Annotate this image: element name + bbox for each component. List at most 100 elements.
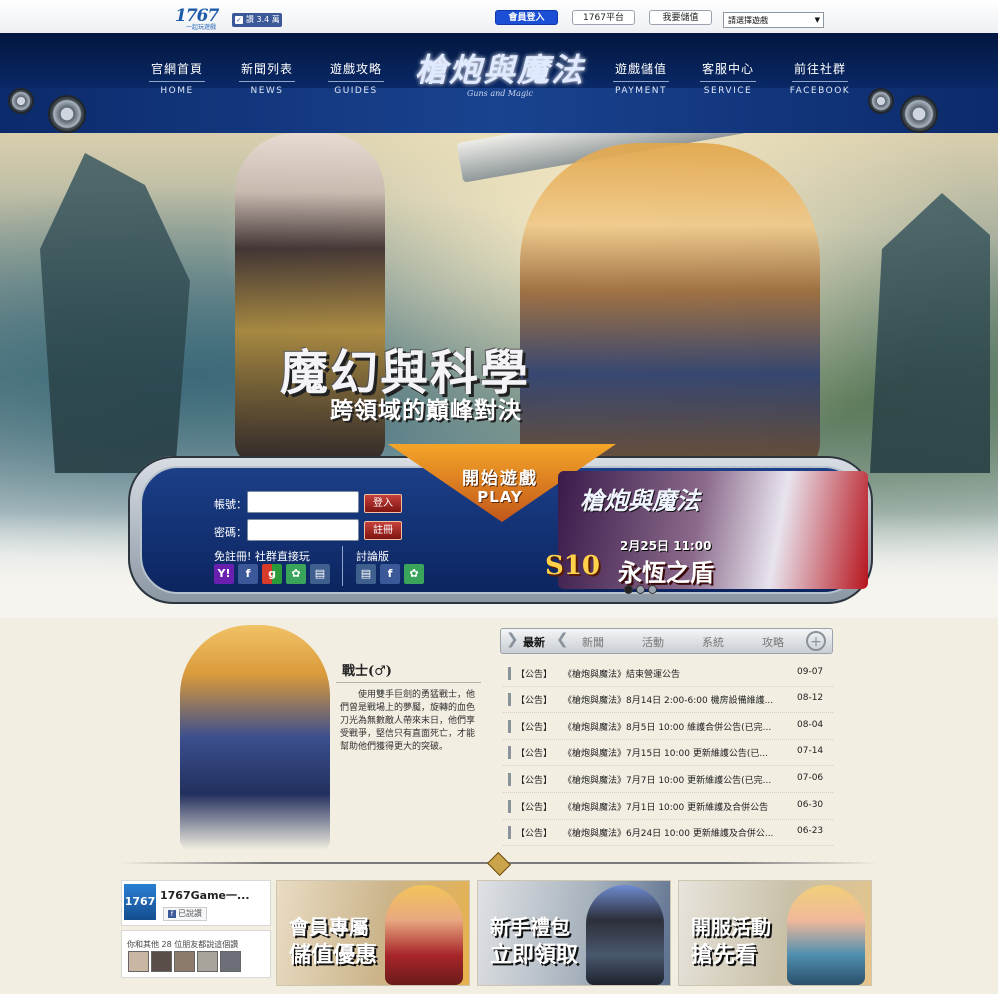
banner-subtitle: 儲值優惠 xyxy=(289,942,378,968)
news-tag: 【公告】 xyxy=(516,749,553,759)
promo-title: 永恆之盾 xyxy=(618,558,714,587)
facebook-icon[interactable]: f xyxy=(238,564,258,584)
forum-gamer-icon[interactable]: ✿ xyxy=(404,564,424,584)
fan-page-name[interactable]: 1767Game一... xyxy=(160,887,250,903)
news-title[interactable]: 《槍炮與魔法》8月14日 2:00-6:00 機房設備維護... xyxy=(563,693,788,706)
tab-system[interactable]: 系統 xyxy=(702,634,724,650)
banner-character xyxy=(787,885,865,985)
nav-guides[interactable]: 遊戲攻略 GUIDES xyxy=(316,60,396,96)
game-select-value: 請選擇遊戲 xyxy=(728,16,768,25)
account-input[interactable] xyxy=(247,491,359,513)
friend-avatar[interactable] xyxy=(151,951,172,972)
nav-service[interactable]: 客服中心 SERVICE xyxy=(688,60,768,96)
tab-news[interactable]: 新聞 xyxy=(582,634,604,650)
friend-avatar[interactable] xyxy=(128,951,149,972)
forum-platform-icon[interactable]: ▤ xyxy=(356,564,376,584)
hero-banner: 魔幻與科學 跨領域的巔峰對決 開始遊戲 PLAY 帳號： 登入 密碼： 註冊 免… xyxy=(0,133,998,618)
nav-divider xyxy=(328,81,384,82)
carousel-dot[interactable] xyxy=(624,585,633,594)
news-row[interactable]: 【公告】 《槍炮與魔法》7月15日 10:00 更新維護公告(已... 07-1… xyxy=(503,739,833,766)
news-title[interactable]: 《槍炮與魔法》7月7日 10:00 更新維護公告(已完... xyxy=(563,773,788,786)
nav-sublabel: PAYMENT xyxy=(615,86,667,96)
nav-divider xyxy=(239,81,295,82)
news-row[interactable]: 【公告】 《槍炮與魔法》8月5日 10:00 維護合併公告(已完... 08-0… xyxy=(503,713,833,740)
carousel-dot[interactable] xyxy=(636,585,645,594)
gear-icon xyxy=(868,88,894,114)
banner-subtitle: 搶先看 xyxy=(691,942,758,968)
news-row[interactable]: 【公告】 《槍炮與魔法》結束營運公告 09-07 xyxy=(503,660,833,687)
game-select[interactable]: 請選擇遊戲 ▼ xyxy=(723,12,824,28)
yahoo-icon[interactable]: Y! xyxy=(214,564,234,584)
nav-label: 官網首頁 xyxy=(150,62,203,76)
google-icon[interactable]: g xyxy=(262,564,282,584)
login-button[interactable]: 登入 xyxy=(364,494,402,513)
news-title[interactable]: 《槍炮與魔法》6月24日 10:00 更新維護及合併公... xyxy=(563,826,788,839)
play-button-label[interactable]: 開始遊戲 xyxy=(440,464,560,489)
news-tag: 【公告】 xyxy=(516,776,553,786)
news-row[interactable]: 【公告】 《槍炮與魔法》7月7日 10:00 更新維護公告(已完... 07-0… xyxy=(503,766,833,793)
tab-events[interactable]: 活動 xyxy=(642,634,664,650)
class-title: 戰士(♂) xyxy=(342,664,392,679)
nav-home[interactable]: 官網首頁 HOME xyxy=(137,60,217,96)
nav-facebook[interactable]: 前往社群 FACEBOOK xyxy=(780,60,860,96)
ruin-tower-left xyxy=(40,153,190,473)
gamer-icon[interactable]: ✿ xyxy=(286,564,306,584)
tab-guides[interactable]: 攻略 xyxy=(762,634,784,650)
news-date: 08-04 xyxy=(797,720,824,730)
row-marker xyxy=(508,826,511,839)
facebook-like-button[interactable]: ✓ 讚 3.4 萬 xyxy=(232,13,282,27)
game-logo[interactable]: 槍炮與魔法 Guns and Magic xyxy=(405,45,595,117)
carousel-dot[interactable] xyxy=(648,585,657,594)
like-count: 讚 3.4 萬 xyxy=(246,15,280,24)
news-title[interactable]: 《槍炮與魔法》7月15日 10:00 更新維護公告(已... xyxy=(563,746,788,759)
liked-button[interactable]: f 已說讚 xyxy=(163,907,207,921)
row-marker xyxy=(508,746,511,759)
news-row[interactable]: 【公告】 《槍炮與魔法》7月1日 10:00 更新維護及合併公告 06-30 xyxy=(503,793,833,820)
nav-sublabel: GUIDES xyxy=(334,86,378,96)
banner-member-topup[interactable]: 會員專屬 儲值優惠 xyxy=(276,880,470,986)
more-news-icon[interactable]: + xyxy=(806,631,826,651)
warrior-character-art xyxy=(180,625,330,850)
friend-avatar[interactable] xyxy=(220,951,241,972)
nav-payment[interactable]: 遊戲儲值 PAYMENT xyxy=(601,60,681,96)
tab-arrow-icon: ❯ xyxy=(506,630,519,648)
nav-news[interactable]: 新聞列表 NEWS xyxy=(227,60,307,96)
banner-character xyxy=(586,885,664,985)
platform-logo-subtitle: 一起玩遊戲 xyxy=(186,24,217,31)
platform-button[interactable]: 1767平台 xyxy=(572,10,635,25)
fan-page-avatar[interactable]: 1767 xyxy=(124,884,156,920)
register-button[interactable]: 註冊 xyxy=(364,521,402,540)
forum-facebook-icon[interactable]: f xyxy=(380,564,400,584)
news-date: 06-23 xyxy=(797,826,824,836)
play-button-sublabel[interactable]: PLAY xyxy=(440,488,560,506)
nav-label: 客服中心 xyxy=(701,62,754,76)
news-title[interactable]: 《槍炮與魔法》結束營運公告 xyxy=(563,667,788,680)
nav-divider xyxy=(792,81,848,82)
friend-avatar[interactable] xyxy=(174,951,195,972)
class-title-divider xyxy=(336,682,481,683)
panel-divider xyxy=(342,546,343,586)
news-tag: 【公告】 xyxy=(516,696,553,706)
platform-icon[interactable]: ▤ xyxy=(310,564,330,584)
news-date: 07-14 xyxy=(797,746,824,756)
news-date: 08-12 xyxy=(797,693,824,703)
friends-like-text: 你和其他 28 位朋友都說這個讚 xyxy=(127,940,239,949)
member-login-button[interactable]: 會員登入 xyxy=(495,10,558,25)
news-row[interactable]: 【公告】 《槍炮與魔法》6月24日 10:00 更新維護及合併公... 06-2… xyxy=(503,819,833,846)
friend-avatar[interactable] xyxy=(197,951,218,972)
password-input[interactable] xyxy=(247,519,359,541)
news-title[interactable]: 《槍炮與魔法》8月5日 10:00 維護合併公告(已完... xyxy=(563,720,788,733)
ruin-tower-right xyxy=(870,193,990,473)
banner-launch-event[interactable]: 開服活動 搶先看 xyxy=(678,880,872,986)
row-marker xyxy=(508,667,511,680)
news-row[interactable]: 【公告】 《槍炮與魔法》8月14日 2:00-6:00 機房設備維護... 08… xyxy=(503,686,833,713)
tab-latest[interactable]: 最新 xyxy=(523,634,545,650)
row-marker xyxy=(508,693,511,706)
gear-icon xyxy=(900,95,938,133)
dropdown-arrow-icon: ▼ xyxy=(814,16,820,24)
nav-sublabel: FACEBOOK xyxy=(789,86,851,96)
topup-button[interactable]: 我要儲值 xyxy=(649,10,712,25)
news-title[interactable]: 《槍炮與魔法》7月1日 10:00 更新維護及合併公告 xyxy=(563,800,788,813)
banner-newbie-gift[interactable]: 新手禮包 立即領取 xyxy=(477,880,671,986)
nav-label: 遊戲攻略 xyxy=(329,62,382,76)
